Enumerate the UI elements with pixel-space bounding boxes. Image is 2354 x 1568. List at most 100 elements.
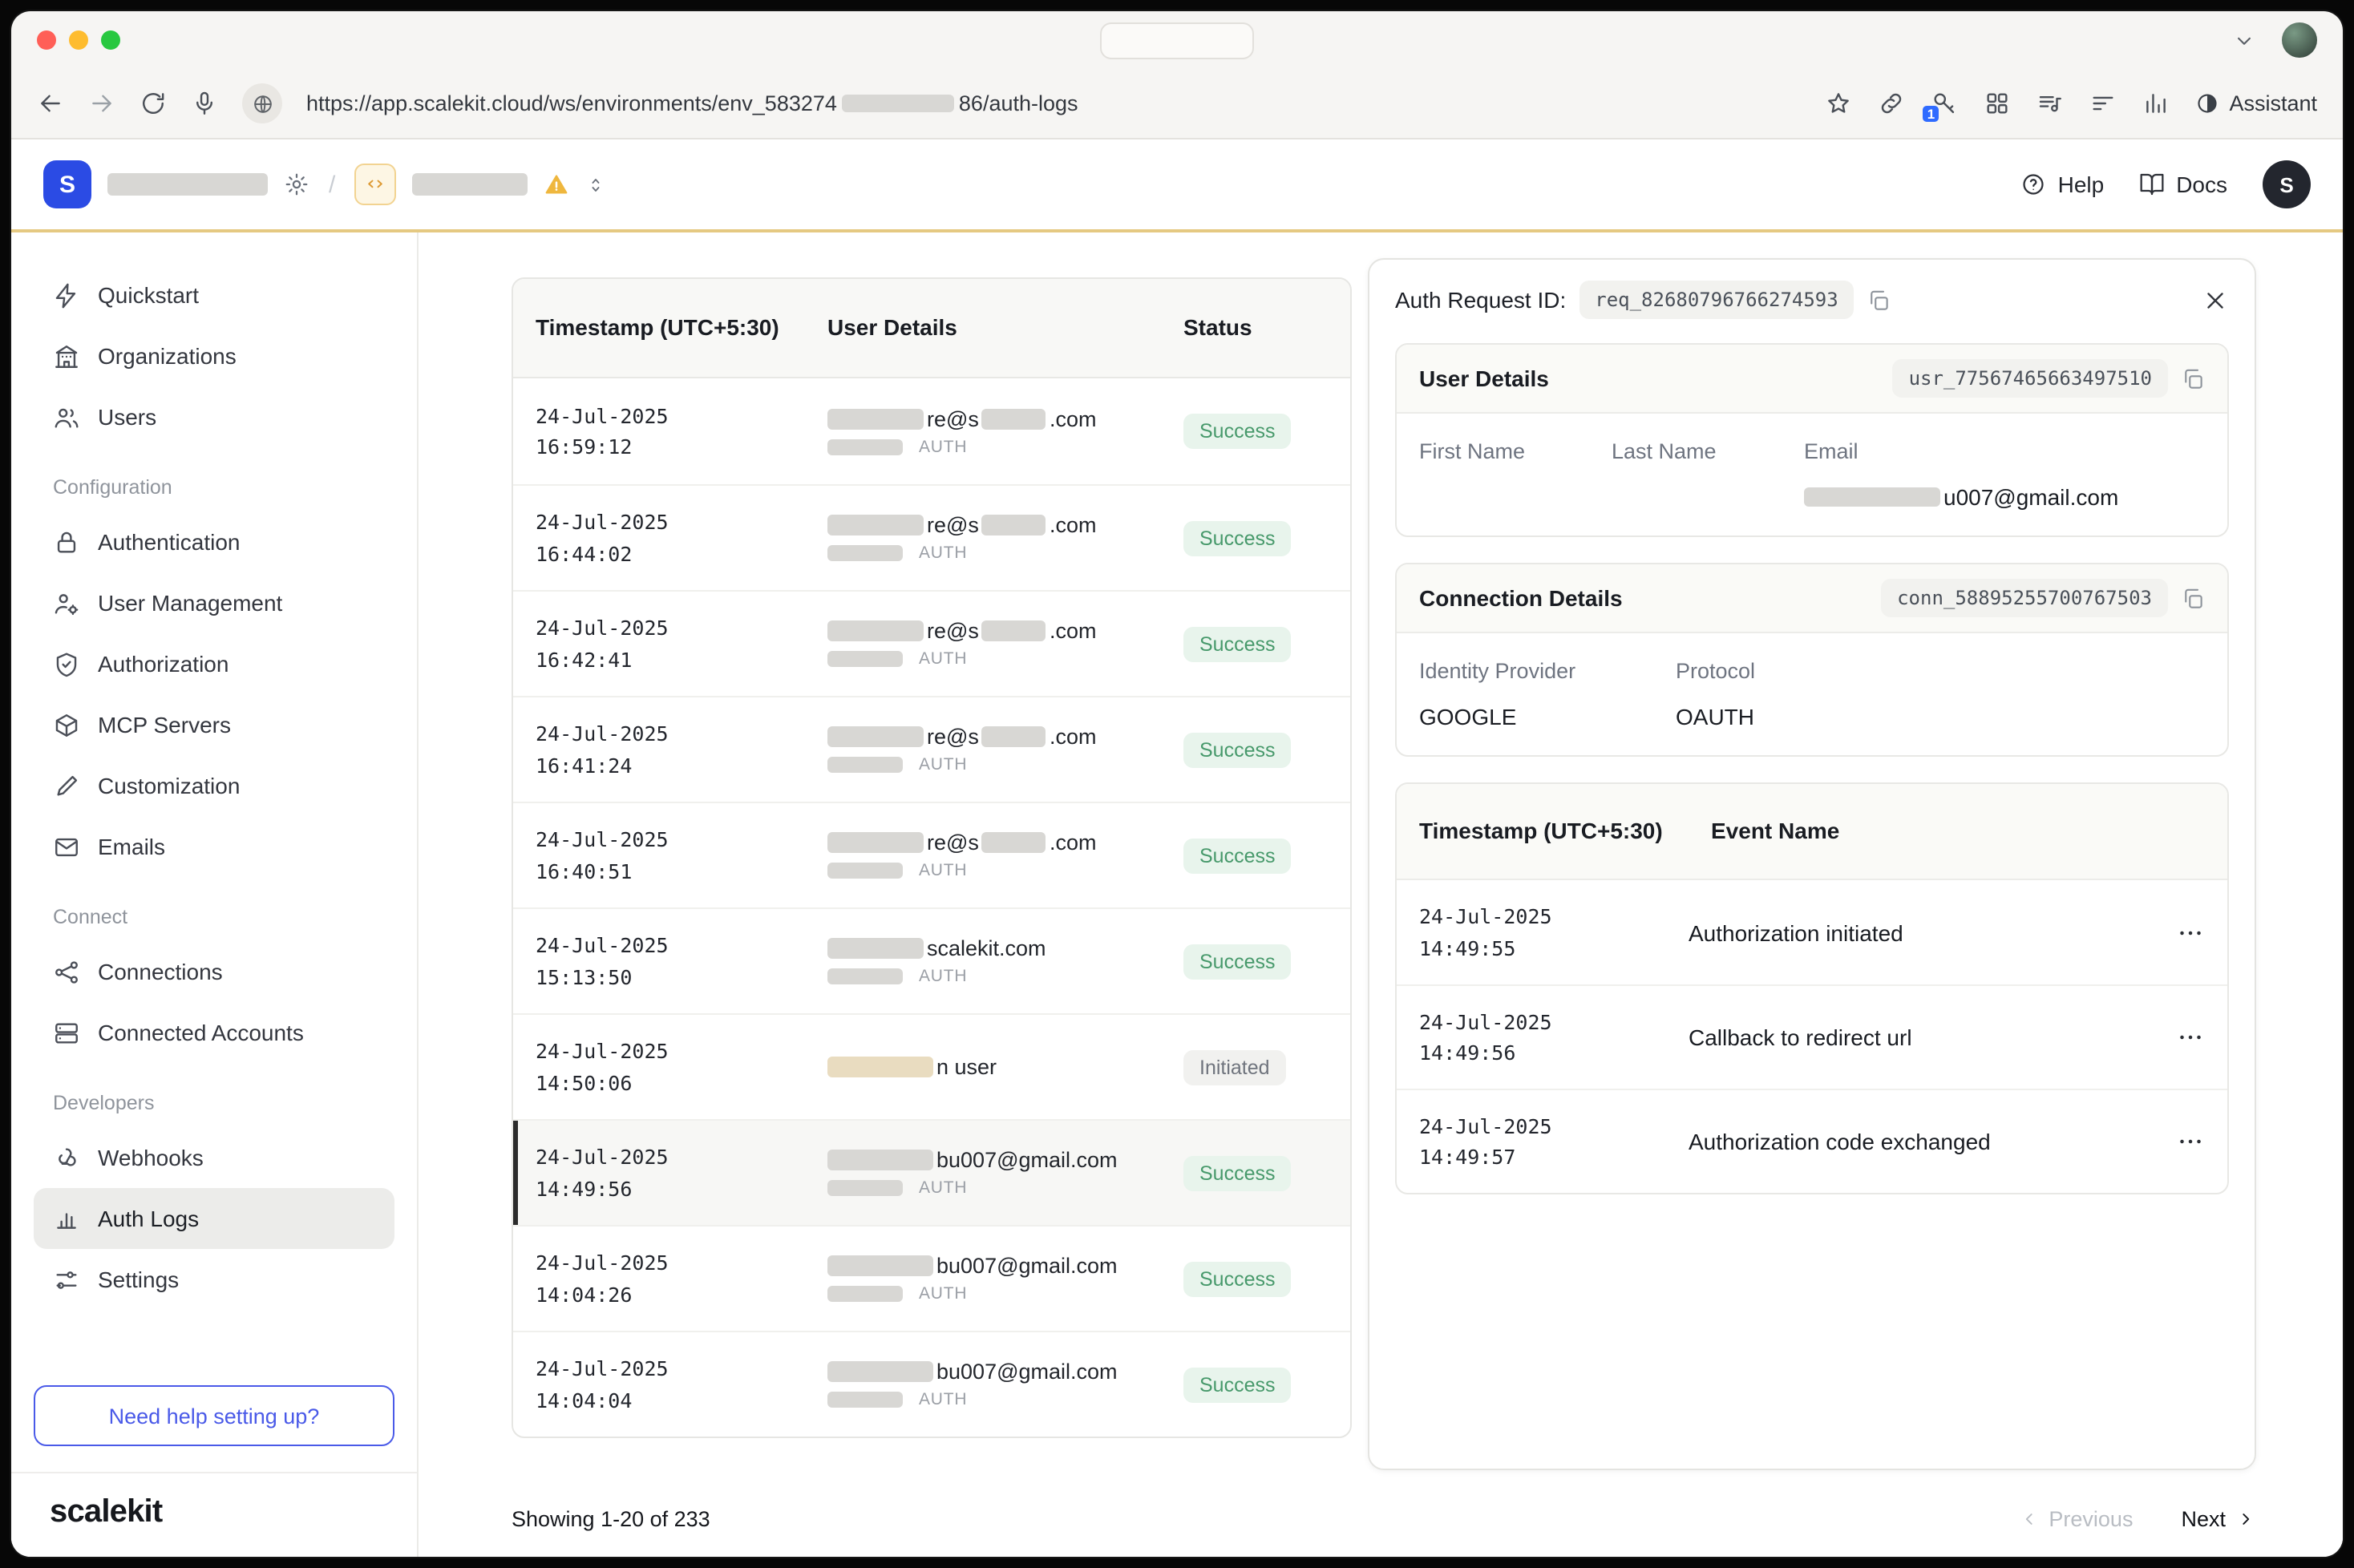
bookmark-star-icon[interactable] [1825,90,1852,117]
activity-icon[interactable] [2142,90,2170,117]
previous-page-button[interactable]: Previous [2018,1507,2133,1531]
sidebar-item-emails[interactable]: Emails [34,816,394,877]
log-user-details: re@s.comAUTH [805,606,1161,681]
reload-icon[interactable] [140,90,167,117]
users-icon [53,403,80,430]
scalekit-logo: scalekit [11,1472,417,1557]
sidebar-item-webhooks[interactable]: Webhooks [34,1127,394,1188]
sidebar-item-label: Organizations [98,343,237,369]
log-user-details: re@s.comAUTH [805,712,1161,787]
need-help-button[interactable]: Need help setting up? [34,1385,394,1446]
event-row: 24-Jul-202514:49:56Callback to redirect … [1397,984,2227,1089]
forward-icon[interactable] [88,90,115,117]
copy-icon[interactable] [1867,288,1891,312]
redacted-text [982,620,1046,641]
log-row[interactable]: 24-Jul-202514:50:06n userInitiated [513,1013,1350,1119]
sidebar-item-label: Authorization [98,651,229,677]
help-label: Help [2058,172,2105,197]
event-row: 24-Jul-202514:49:55Authorization initiat… [1397,880,2227,984]
close-window-button[interactable] [37,30,56,50]
log-row[interactable]: 24-Jul-202516:59:12re@s.comAUTHSuccess [513,378,1350,484]
sidebar-item-customization[interactable]: Customization [34,755,394,816]
log-user-details: bu007@gmail.comAUTH [805,1347,1161,1422]
sidebar-item-settings[interactable]: Settings [34,1249,394,1310]
chevron-down-icon[interactable] [2232,28,2256,52]
status-badge: Success [1183,732,1292,767]
redacted-text [827,863,903,879]
log-row[interactable]: 24-Jul-202514:04:26bu007@gmail.comAUTHSu… [513,1225,1350,1331]
help-button[interactable]: Help [2021,172,2105,197]
close-icon[interactable] [2202,286,2229,313]
screen: https://app.scalekit.cloud/ws/environmen… [0,0,2354,1568]
tab-pill[interactable] [1100,22,1254,59]
browser-profile-avatar[interactable] [2282,22,2317,58]
site-info-button[interactable] [242,83,282,123]
sidebar-item-authorization[interactable]: Authorization [34,633,394,694]
event-table-body: 24-Jul-202514:49:55Authorization initiat… [1397,880,2227,1193]
status-badge: Success [1183,626,1292,661]
sidebar-item-connections[interactable]: Connections [34,941,394,1002]
event-actions-button[interactable] [2176,918,2205,947]
gear-icon[interactable] [284,172,309,197]
column-event-timestamp: Timestamp (UTC+5:30) [1397,804,1689,859]
copy-icon[interactable] [2181,586,2205,610]
sidebar-item-user-management[interactable]: User Management [34,572,394,633]
sidebar-item-mcp-servers[interactable]: MCP Servers [34,694,394,755]
log-row[interactable]: 24-Jul-202516:40:51re@s.comAUTHSuccess [513,802,1350,907]
mic-icon[interactable] [191,90,218,117]
extensions-icon[interactable] [1984,90,2011,117]
sidebar-item-label: Connections [98,959,223,984]
sidebar-item-authentication[interactable]: Authentication [34,511,394,572]
assistant-button[interactable]: Assistant [2195,91,2317,115]
assistant-label: Assistant [2229,91,2317,115]
minimize-window-button[interactable] [69,30,88,50]
menu-filter-icon[interactable] [2089,90,2117,117]
environment-name-redacted[interactable] [412,173,528,196]
column-user-details: User Details [805,297,1161,358]
log-row[interactable]: 24-Jul-202516:44:02re@s.comAUTHSuccess [513,484,1350,590]
event-actions-button[interactable] [2176,1023,2205,1052]
sidebar-item-label: Auth Logs [98,1206,199,1231]
docs-button[interactable]: Docs [2139,172,2227,197]
sidebar-item-users[interactable]: Users [34,386,394,447]
workspace-logo[interactable]: S [43,160,91,208]
redacted-text [827,938,924,959]
user-avatar[interactable]: S [2263,160,2311,208]
package-icon [53,711,80,738]
log-row[interactable]: 24-Jul-202514:49:56bu007@gmail.comAUTHSu… [513,1119,1350,1225]
connection-details-card: Connection Details conn_5889525570076750… [1395,563,2229,757]
log-row[interactable]: 24-Jul-202516:42:41re@s.comAUTHSuccess [513,590,1350,696]
log-row[interactable]: 24-Jul-202515:13:50scalekit.comAUTHSucce… [513,907,1350,1013]
next-page-button[interactable]: Next [2181,1507,2256,1531]
back-icon[interactable] [37,90,64,117]
sidebar-item-quickstart[interactable]: Quickstart [34,265,394,325]
password-manager-button[interactable]: 1 [1931,90,1958,117]
sidebar-item-auth-logs[interactable]: Auth Logs [34,1188,394,1249]
redacted-text [827,1361,933,1382]
copy-link-icon[interactable] [1878,90,1905,117]
redacted-text [827,438,903,455]
sidebar-item-connected-accounts[interactable]: Connected Accounts [34,1002,394,1063]
status-badge: Success [1183,838,1292,873]
event-timestamp: 24-Jul-202514:49:56 [1397,993,1689,1081]
zoom-window-button[interactable] [101,30,120,50]
log-user-details: re@s.comAUTH [805,500,1161,576]
log-timestamp: 24-Jul-202516:44:02 [513,494,805,582]
user-details-card-header: User Details usr_77567465663497510 [1397,345,2227,414]
connection-details-fields: Identity ProviderProtocolGOOGLEOAUTH [1397,633,2227,755]
redacted-text [827,832,924,853]
address-bar[interactable]: https://app.scalekit.cloud/ws/environmen… [306,91,1078,115]
redacted-text [842,95,954,112]
redacted-text [827,1057,933,1077]
media-playlist-icon[interactable] [2036,90,2064,117]
log-row[interactable]: 24-Jul-202516:41:24re@s.comAUTHSuccess [513,696,1350,802]
workspace-name-redacted[interactable] [107,173,268,196]
environment-switcher-icon[interactable] [585,174,606,195]
sidebar-item-organizations[interactable]: Organizations [34,325,394,386]
log-row[interactable]: 24-Jul-202514:04:04bu007@gmail.comAUTHSu… [513,1331,1350,1437]
event-actions-button[interactable] [2176,1127,2205,1156]
copy-icon[interactable] [2181,366,2205,390]
redacted-text [827,726,924,747]
event-name: Authorization initiated [1689,919,2157,945]
log-user-details: re@s.comAUTH [805,818,1161,893]
